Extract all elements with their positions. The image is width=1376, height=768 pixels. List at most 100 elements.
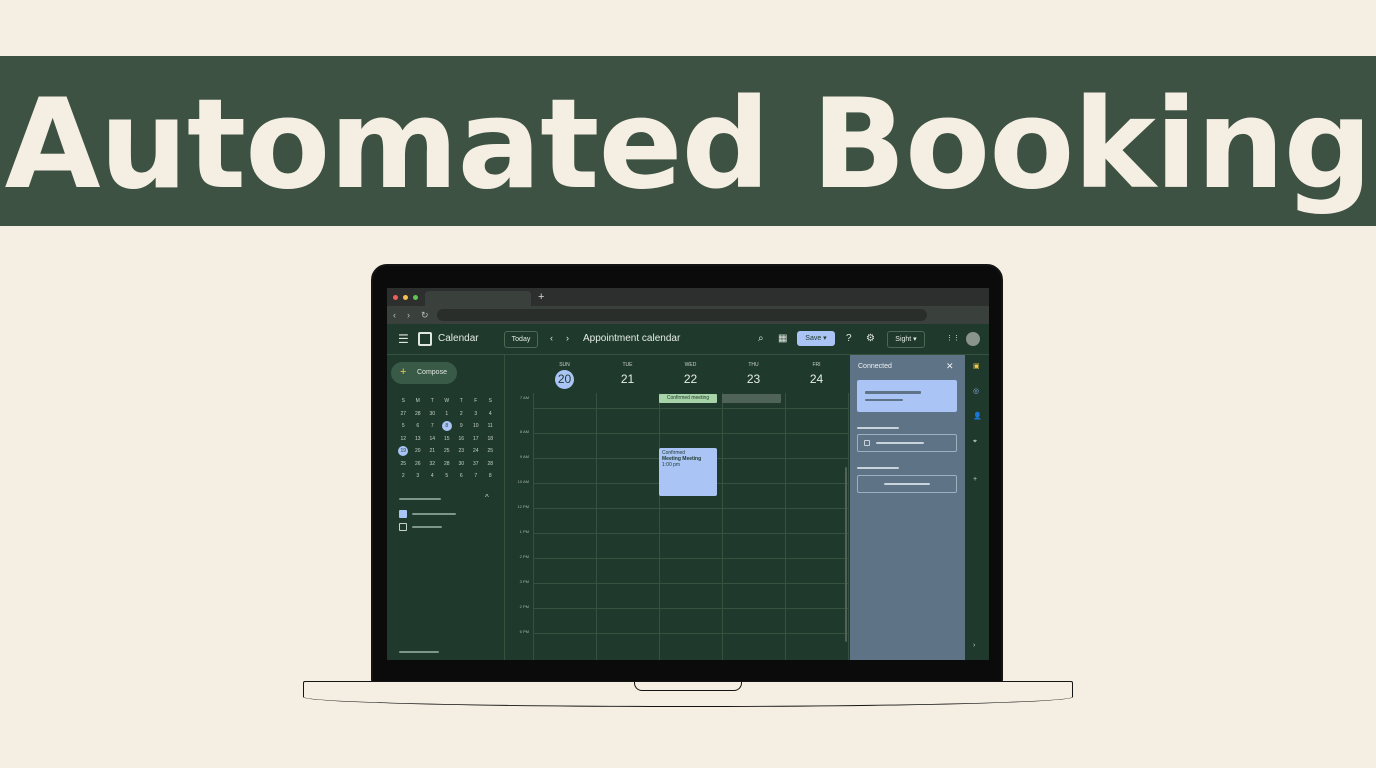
calendar-view-icon[interactable]: ▦: [778, 333, 787, 344]
mini-calendar-day[interactable]: 2: [396, 470, 411, 483]
panel-field[interactable]: [857, 434, 957, 452]
save-button[interactable]: Save ▾: [797, 331, 835, 346]
sidebar-footer-link[interactable]: [399, 651, 439, 653]
mini-calendar-day[interactable]: 17: [469, 433, 484, 446]
mini-calendar-day[interactable]: 20: [411, 445, 426, 458]
mini-calendar-day[interactable]: 30: [454, 458, 469, 471]
panel-button[interactable]: [857, 475, 957, 493]
mini-calendar-day[interactable]: 6: [454, 470, 469, 483]
day-header[interactable]: TUE 21: [596, 355, 659, 389]
new-tab-icon[interactable]: +: [538, 291, 544, 303]
mini-calendar-day[interactable]: 11: [483, 420, 498, 433]
calendar-checkbox[interactable]: [399, 510, 407, 518]
collapse-icon[interactable]: ^: [485, 493, 489, 502]
hour-label: 2 PM: [519, 604, 529, 609]
mini-calendar-day[interactable]: 30: [425, 408, 440, 421]
day-number[interactable]: 24: [807, 370, 826, 389]
day-header[interactable]: FRI 24: [785, 355, 848, 389]
maximize-window-icon[interactable]: [413, 295, 418, 300]
mini-calendar-day[interactable]: 1: [440, 408, 455, 421]
weekday-label: F: [474, 398, 478, 404]
mini-calendar-day[interactable]: 15: [440, 433, 455, 446]
mini-calendar-day[interactable]: 25: [440, 445, 455, 458]
day-number[interactable]: 20: [555, 370, 574, 389]
mini-calendar-day[interactable]: 8: [483, 470, 498, 483]
mini-calendar-day[interactable]: 7: [425, 420, 440, 433]
grid-scrollbar[interactable]: [845, 467, 847, 642]
calendar-list-heading: [399, 498, 441, 500]
keep-icon[interactable]: ▣: [973, 363, 980, 371]
reload-icon[interactable]: ↻: [421, 309, 429, 321]
url-input[interactable]: [437, 309, 927, 321]
compose-button[interactable]: + Compose: [391, 362, 457, 384]
add-icon[interactable]: +: [973, 476, 977, 484]
mini-calendar-day[interactable]: 7: [469, 470, 484, 483]
mini-calendar-day[interactable]: 12: [396, 433, 411, 446]
view-select-button[interactable]: Sight ▾: [887, 331, 925, 348]
back-icon[interactable]: ‹: [393, 309, 396, 321]
mini-calendar-day[interactable]: 28: [440, 458, 455, 471]
mini-calendar-day[interactable]: 24: [469, 445, 484, 458]
mini-calendar-day[interactable]: 18: [483, 433, 498, 446]
settings-icon[interactable]: ⚙: [866, 333, 875, 344]
mini-calendar-day[interactable]: 6: [411, 420, 426, 433]
mini-calendar-day[interactable]: 4: [425, 470, 440, 483]
today-button[interactable]: Today: [504, 331, 538, 348]
forward-icon[interactable]: ›: [407, 309, 410, 321]
mini-calendar-day[interactable]: 25: [396, 458, 411, 471]
mini-calendar-day[interactable]: 27: [396, 408, 411, 421]
expand-icon[interactable]: ›: [973, 642, 975, 650]
apps-grid-icon[interactable]: ⋮⋮: [946, 333, 960, 344]
mini-calendar-day[interactable]: 21: [425, 445, 440, 458]
mini-calendar-day[interactable]: 10: [469, 420, 484, 433]
calendar-item: [412, 513, 456, 515]
allday-event[interactable]: Confirmed meeting: [659, 394, 717, 403]
mini-calendar-day[interactable]: 16: [454, 433, 469, 446]
day-number[interactable]: 22: [681, 370, 700, 389]
mini-calendar-day[interactable]: 13: [411, 433, 426, 446]
mini-calendar-day[interactable]: 8: [441, 421, 452, 432]
mini-calendar-day[interactable]: 5: [440, 470, 455, 483]
mini-calendar-day[interactable]: 25: [483, 445, 498, 458]
allday-event-placeholder[interactable]: [722, 394, 781, 403]
minimize-window-icon[interactable]: [403, 295, 408, 300]
contacts-icon[interactable]: 👤: [973, 413, 982, 421]
mini-calendar-day[interactable]: 28: [411, 408, 426, 421]
week-grid[interactable]: Confirmed meeting Confirmed Meeting Meet…: [505, 355, 849, 660]
day-header[interactable]: SUN 20: [533, 355, 596, 389]
tasks-icon[interactable]: ◎: [973, 388, 979, 396]
panel-card[interactable]: [857, 380, 957, 412]
close-window-icon[interactable]: [393, 295, 398, 300]
day-header[interactable]: THU 23: [722, 355, 785, 389]
prev-week-icon[interactable]: ‹: [550, 333, 553, 343]
app-name: Calendar: [438, 333, 479, 344]
mini-calendar-day[interactable]: 37: [469, 458, 484, 471]
day-number[interactable]: 23: [744, 370, 763, 389]
mini-calendar-day[interactable]: 3: [411, 470, 426, 483]
day-number[interactable]: 21: [618, 370, 637, 389]
browser-tab[interactable]: [425, 291, 531, 306]
mini-calendar-day[interactable]: 28: [483, 458, 498, 471]
mini-calendar-day[interactable]: 4: [483, 408, 498, 421]
menu-icon[interactable]: ☰: [398, 333, 409, 345]
calendar-checkbox[interactable]: [399, 523, 407, 531]
maps-icon[interactable]: ⌖: [973, 438, 977, 446]
mini-calendar-day[interactable]: 5: [396, 420, 411, 433]
next-week-icon[interactable]: ›: [566, 333, 569, 343]
mini-calendar-day[interactable]: 19: [398, 446, 409, 457]
mini-calendar-day[interactable]: 3: [469, 408, 484, 421]
mini-calendar-day[interactable]: 2: [454, 408, 469, 421]
day-column-divider: [722, 393, 723, 660]
mini-calendar-day[interactable]: 23: [454, 445, 469, 458]
search-icon[interactable]: ⌕: [758, 333, 764, 344]
event-card[interactable]: Confirmed Meeting Meeting 1:00 pm: [659, 448, 717, 496]
help-icon[interactable]: ?: [846, 333, 852, 344]
side-panel: Connected ✕: [850, 355, 965, 660]
avatar[interactable]: [966, 332, 980, 346]
close-icon[interactable]: ✕: [946, 361, 954, 372]
mini-calendar-day[interactable]: 14: [425, 433, 440, 446]
mini-calendar-day[interactable]: 26: [411, 458, 426, 471]
mini-calendar-day[interactable]: 9: [454, 420, 469, 433]
day-header[interactable]: WED 22: [659, 355, 722, 389]
mini-calendar-day[interactable]: 32: [425, 458, 440, 471]
